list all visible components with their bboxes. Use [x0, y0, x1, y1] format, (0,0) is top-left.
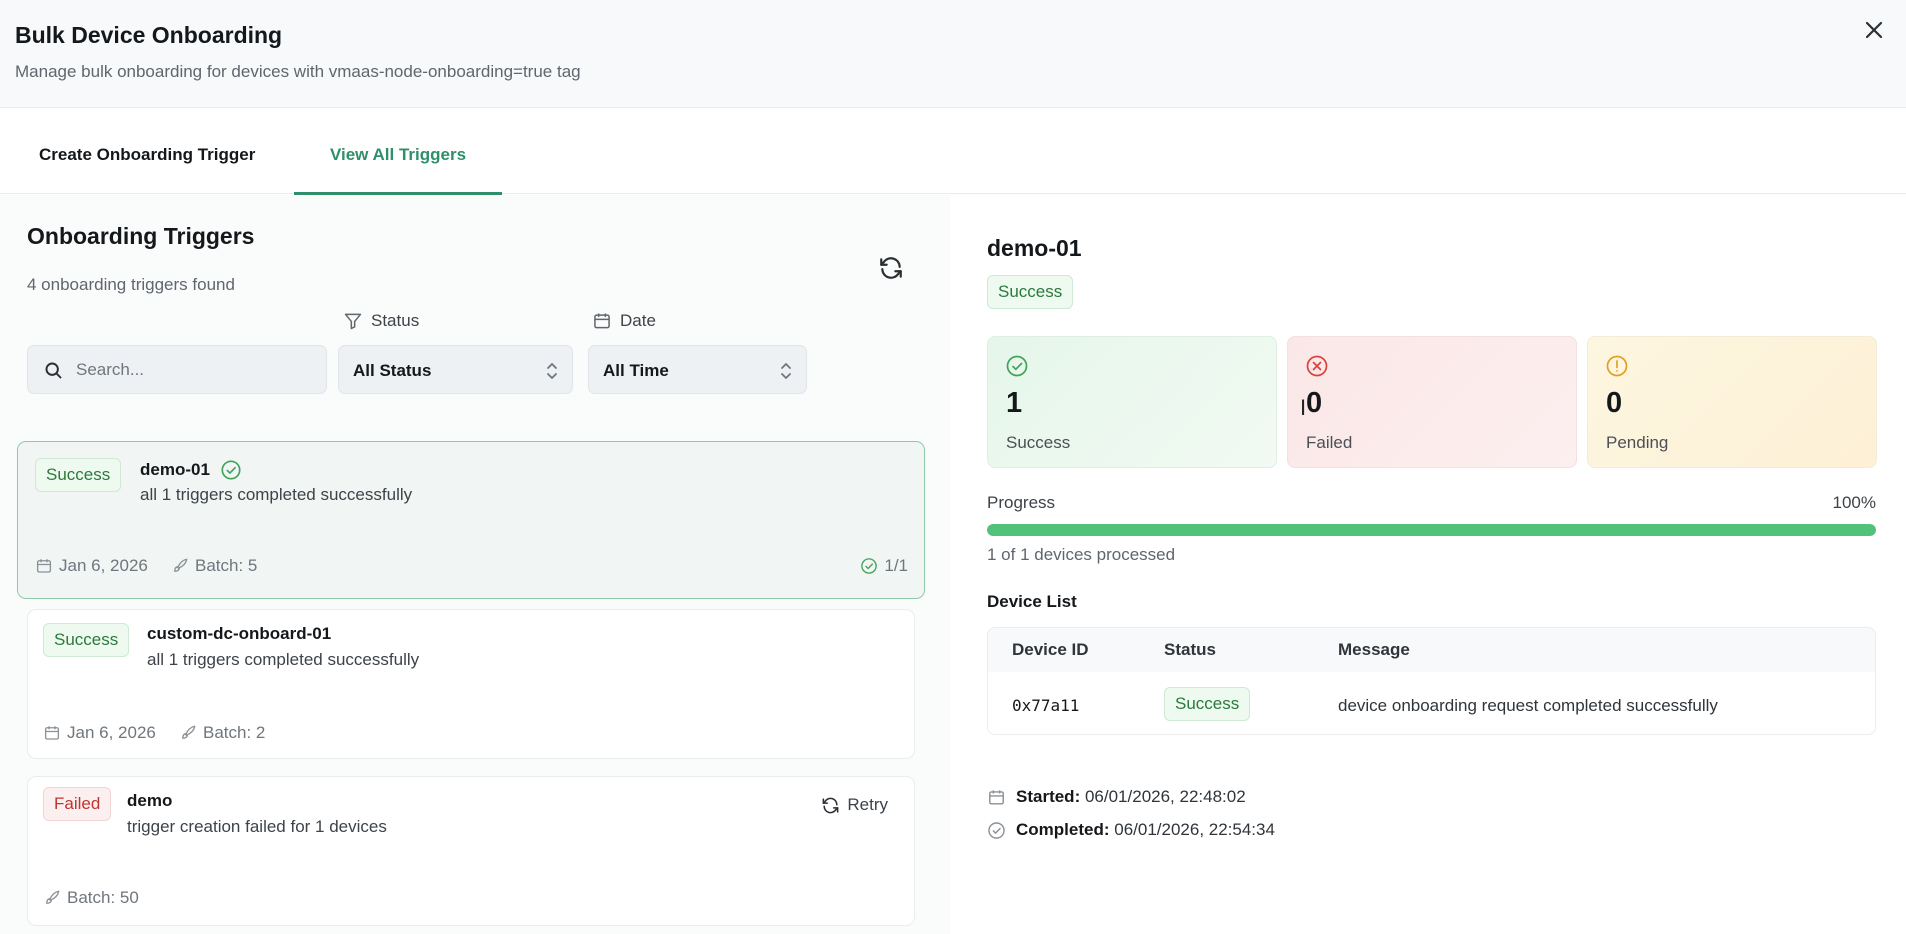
trigger-batch: Batch: 5 [171, 556, 257, 576]
trigger-batch: Batch: 2 [179, 723, 265, 743]
filter-icon [343, 311, 363, 331]
device-id-cell: 0x77a11 [1012, 696, 1080, 715]
search-box [27, 345, 327, 394]
device-table: Device ID Status Message 0x77a11 Success… [987, 627, 1876, 735]
text-cursor-icon: I [1300, 395, 1307, 420]
trigger-card-demo[interactable]: Failed demo trigger creation failed for … [27, 776, 915, 926]
modal-title: Bulk Device Onboarding [15, 22, 283, 48]
detail-title: demo-01 [987, 235, 1082, 261]
alert-circle-icon [1605, 354, 1629, 378]
date-filter-label: Date [592, 311, 656, 331]
calendar-icon [592, 311, 612, 331]
trigger-message: trigger creation failed for 1 devices [127, 817, 387, 836]
progress-bar-fill [987, 524, 1876, 536]
trigger-card-custom-dc-onboard-01[interactable]: Success custom-dc-onboard-01 all 1 trigg… [27, 609, 915, 759]
stat-success-card: 1 Success [987, 336, 1277, 468]
tab-create-onboarding-trigger[interactable]: Create Onboarding Trigger [39, 108, 255, 194]
progress-note: 1 of 1 devices processed [987, 545, 1176, 564]
check-circle-icon [1005, 354, 1029, 378]
table-header [988, 628, 1875, 672]
status-select[interactable]: All Status [338, 345, 573, 394]
trigger-ratio: 1/1 [860, 556, 908, 576]
progress-label: Progress [987, 493, 1056, 512]
chevron-updown-icon [546, 362, 558, 380]
trigger-batch: Batch: 50 [43, 888, 139, 908]
search-input[interactable] [76, 346, 316, 393]
chevron-updown-icon [780, 362, 792, 380]
x-circle-icon [1305, 354, 1329, 378]
status-badge: Success [35, 458, 122, 492]
trigger-date: Jan 6, 2026 [35, 556, 148, 576]
trigger-detail-panel: demo-01 Success 1 Success 0 Failed 0 Pen… [950, 195, 1906, 934]
column-header-device-id: Device ID [1012, 640, 1089, 659]
check-circle-icon [220, 459, 242, 481]
stat-label: Failed [1306, 433, 1353, 452]
check-circle-icon [987, 821, 1006, 840]
column-header-message: Message [1338, 640, 1410, 659]
trigger-count: 4 onboarding triggers found [27, 275, 235, 294]
rocket-icon [43, 889, 61, 907]
calendar-icon [987, 788, 1006, 807]
stat-label: Success [1006, 433, 1071, 452]
trigger-card-demo-01[interactable]: Success demo-01 all 1 triggers completed… [17, 441, 925, 599]
calendar-icon [35, 557, 53, 575]
device-list-title: Device List [987, 592, 1077, 611]
completed-timestamp: Completed: 06/01/2026, 22:54:34 [987, 820, 1275, 840]
close-icon[interactable] [1860, 16, 1888, 44]
refresh-icon [821, 796, 840, 815]
status-badge: Failed [43, 787, 112, 821]
started-timestamp: Started: 06/01/2026, 22:48:02 [987, 787, 1246, 807]
stat-value: 1 [1006, 387, 1023, 419]
panel-title: Onboarding Triggers [27, 223, 255, 249]
stat-failed-card: 0 Failed [1287, 336, 1577, 468]
tab-view-all-triggers[interactable]: View All Triggers [294, 108, 502, 195]
rocket-icon [179, 724, 197, 742]
stat-value: 0 [1606, 387, 1623, 419]
modal-header: Bulk Device Onboarding Manage bulk onboa… [0, 0, 1906, 108]
stat-pending-card: 0 Pending [1587, 336, 1877, 468]
tab-bar: Create Onboarding Trigger View All Trigg… [0, 108, 1906, 195]
calendar-icon [43, 724, 61, 742]
check-circle-icon [860, 557, 878, 575]
status-badge: Success [1164, 687, 1251, 721]
status-badge: Success [43, 623, 130, 657]
retry-button[interactable]: Retry [821, 795, 888, 815]
refresh-icon[interactable] [878, 255, 904, 281]
search-icon [43, 360, 64, 381]
column-header-status: Status [1164, 640, 1216, 659]
trigger-date: Jan 6, 2026 [43, 723, 156, 743]
modal-subtitle: Manage bulk onboarding for devices with … [15, 62, 581, 81]
date-select[interactable]: All Time [588, 345, 807, 394]
triggers-panel: Onboarding Triggers 4 onboarding trigger… [0, 195, 950, 934]
trigger-name: demo-01 [140, 459, 242, 481]
message-cell: device onboarding request completed succ… [1338, 696, 1718, 715]
rocket-icon [171, 557, 189, 575]
status-filter-label: Status [343, 311, 419, 331]
trigger-message: all 1 triggers completed successfully [147, 650, 420, 669]
progress-percent: 100% [1832, 493, 1876, 512]
trigger-name: demo [127, 791, 173, 810]
trigger-message: all 1 triggers completed successfully [140, 485, 413, 504]
trigger-name: custom-dc-onboard-01 [147, 624, 332, 643]
detail-status-badge: Success [987, 275, 1074, 309]
stat-value: 0 [1306, 387, 1323, 419]
stat-label: Pending [1606, 433, 1669, 452]
progress-bar [987, 524, 1876, 536]
